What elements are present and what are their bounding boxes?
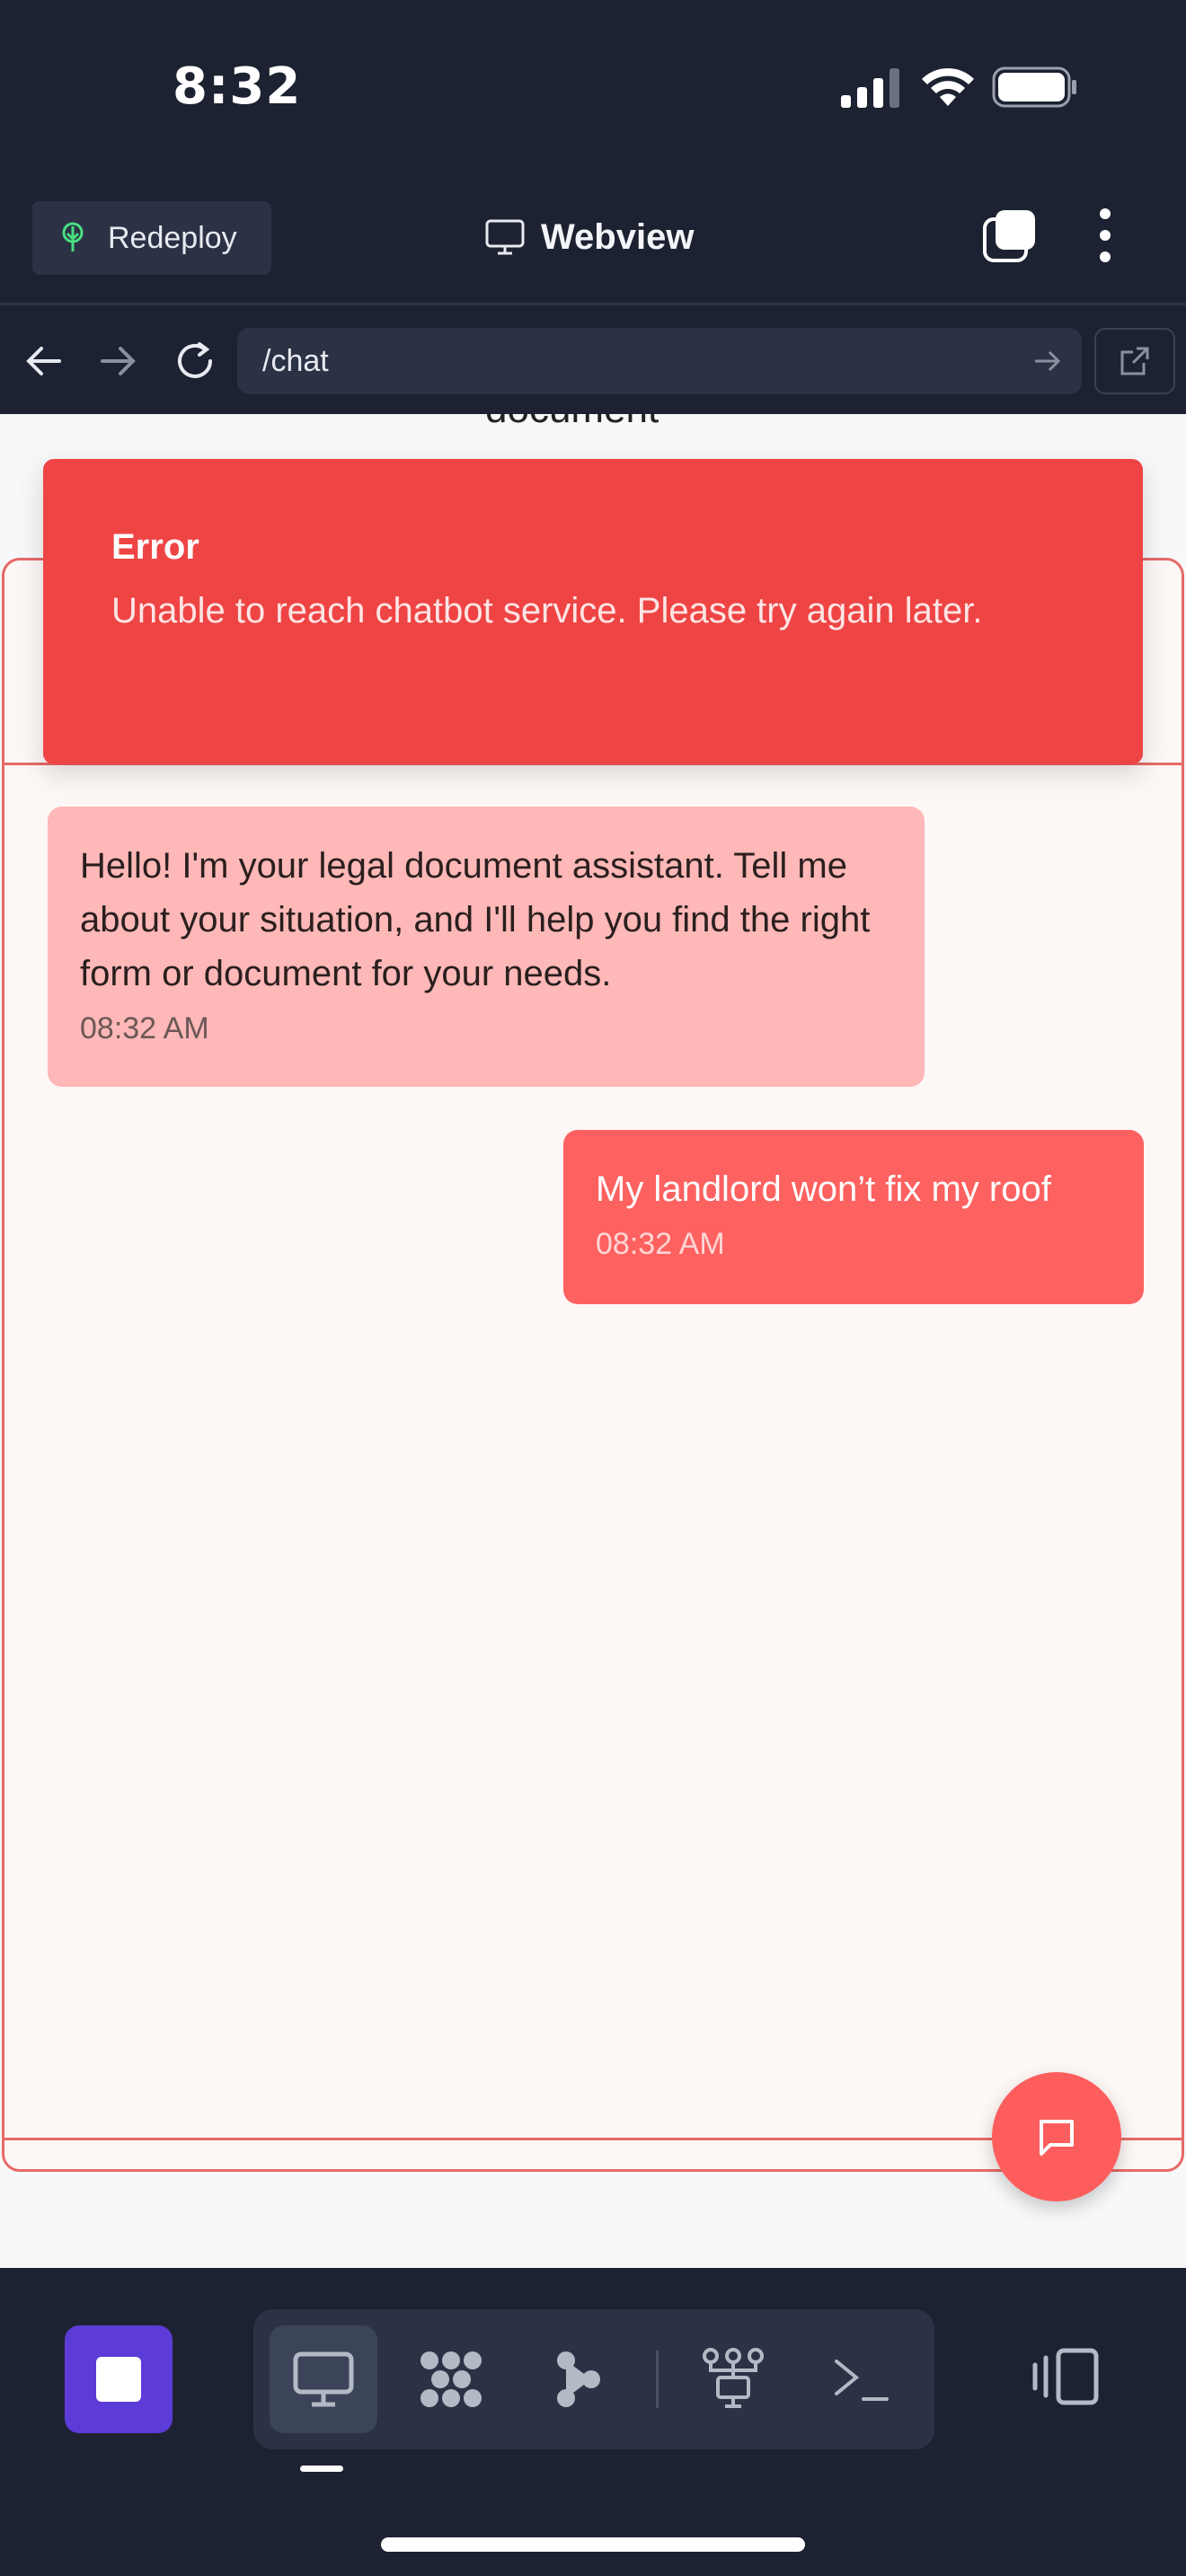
message-time: 08:32 AM	[80, 1011, 209, 1045]
redeploy-button[interactable]: Redeploy	[32, 201, 271, 275]
webview-title-label: Webview	[541, 216, 695, 257]
toast-description: Unable to reach chatbot service. Please …	[111, 591, 983, 631]
webview-content: document Hello! I'm your legal document …	[0, 414, 1186, 2268]
external-link-icon	[1120, 347, 1149, 375]
user-message: My landlord won’t fix my roof 08:32 AM	[563, 1130, 1144, 1304]
wifi-icon	[922, 67, 974, 106]
tool-divider	[656, 2351, 659, 2408]
tabs-icon[interactable]	[981, 207, 1039, 264]
chat-bubble-icon	[1040, 2120, 1074, 2156]
status-bar: 8:32	[0, 0, 1186, 180]
message-time: 08:32 AM	[596, 1227, 725, 1261]
tool-switcher	[253, 2309, 934, 2449]
network-icon	[703, 2348, 764, 2408]
cellular-signal-icon	[841, 68, 899, 108]
toast-title: Error	[111, 527, 199, 567]
more-menu-icon[interactable]	[1089, 207, 1121, 264]
deploy-icon	[62, 222, 84, 251]
monitor-icon	[485, 219, 525, 255]
webview-tool[interactable]	[270, 2325, 377, 2433]
url-field[interactable]: /chat	[237, 328, 1082, 394]
address-bar: /chat	[0, 308, 1186, 414]
message-text: Hello! I'm your legal document assistant…	[80, 846, 871, 993]
open-external-button[interactable]	[1094, 328, 1175, 394]
deployments-tool[interactable]	[679, 2325, 787, 2433]
home-indicator[interactable]	[381, 2537, 805, 2552]
reload-icon[interactable]	[171, 337, 219, 385]
bottom-dock	[0, 2268, 1186, 2576]
redeploy-label: Redeploy	[108, 220, 237, 255]
branch-icon	[557, 2351, 600, 2407]
webview-toolbar: Redeploy Webview	[0, 180, 1186, 305]
bot-message: Hello! I'm your legal document assistant…	[48, 807, 925, 1087]
dots-cluster-icon	[420, 2351, 482, 2407]
battery-icon	[992, 66, 1076, 108]
shell-tool[interactable]	[807, 2325, 915, 2433]
git-tool[interactable]	[525, 2325, 633, 2433]
chat-fab-button[interactable]	[992, 2072, 1121, 2201]
stop-button[interactable]	[65, 2325, 173, 2433]
agent-tool[interactable]	[397, 2325, 505, 2433]
error-toast[interactable]: Error Unable to reach chatbot service. P…	[43, 459, 1143, 764]
monitor-icon	[293, 2351, 354, 2407]
terminal-icon	[835, 2360, 889, 2401]
go-arrow-icon[interactable]	[1031, 346, 1062, 376]
active-tool-indicator	[300, 2466, 343, 2472]
status-time: 8:32	[173, 57, 302, 116]
back-arrow-icon[interactable]	[20, 337, 68, 385]
message-text: My landlord won’t fix my roof	[596, 1169, 1051, 1209]
stop-icon	[96, 2357, 141, 2402]
url-text: /chat	[262, 343, 329, 378]
webview-title: Webview	[485, 212, 694, 262]
obscured-page-text: document	[485, 414, 659, 432]
forward-arrow-icon[interactable]	[93, 337, 142, 385]
panel-layout-icon[interactable]	[1031, 2342, 1103, 2413]
chat-window: Hello! I'm your legal document assistant…	[2, 558, 1184, 2172]
